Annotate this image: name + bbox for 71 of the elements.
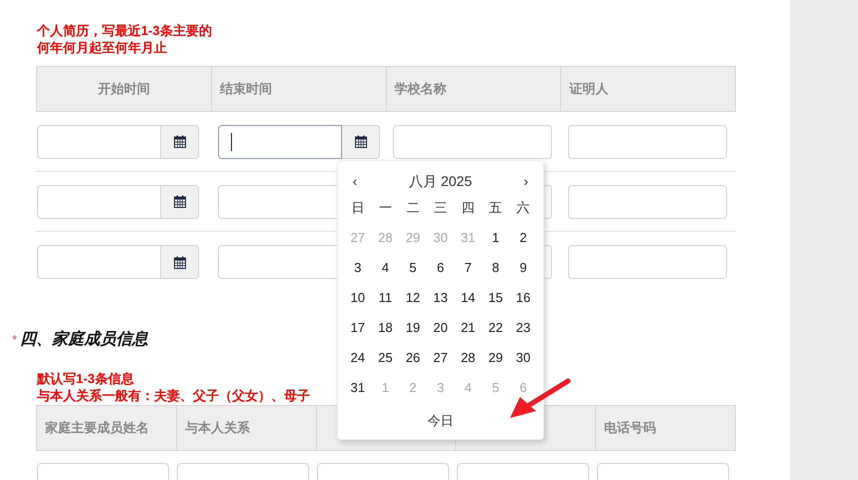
calendar-day[interactable]: 12 [399,288,427,308]
calendar-day[interactable]: 1 [482,228,510,248]
calendar-day[interactable]: 10 [344,288,372,308]
text-field[interactable] [568,245,727,279]
column-header: 电话号码 [595,406,735,450]
calendar-day[interactable]: 2 [509,228,537,248]
calendar-day[interactable]: 27 [426,348,454,368]
column-header: 结束时间 [210,67,386,111]
calendar-day[interactable]: 4 [372,258,400,278]
calendar-day[interactable]: 16 [509,288,537,308]
weekday-label: 五 [488,199,504,218]
column-header: 证明人 [560,67,735,111]
hint-text: 默认写1-3条信息 [37,370,134,387]
calendar-day[interactable]: 20 [426,318,454,338]
calendar-icon [174,256,186,268]
calendar-button[interactable] [161,245,199,279]
calendar-day[interactable]: 18 [372,318,400,338]
calendar-day[interactable]: 19 [399,318,427,338]
column-header: 家庭主要成员姓名 [44,419,150,438]
calendar-button[interactable] [161,124,199,158]
calendar-day[interactable]: 21 [454,318,482,338]
text-field[interactable] [393,124,552,158]
text-field[interactable] [568,124,727,158]
date-field[interactable] [37,245,161,279]
month-title[interactable]: 八月 2025 [408,170,472,192]
calendar-icon [354,135,366,148]
calendar-day[interactable]: 17 [344,318,372,338]
weekday-label: 二 [405,199,420,218]
date-field[interactable] [218,124,342,158]
calendar-day[interactable]: 13 [426,288,454,308]
date-field[interactable] [37,184,161,218]
calendar-day[interactable]: 15 [482,288,510,308]
hint-text: 何年何月起至何年月止 [37,39,167,56]
section-title: 四、家庭成员信息 [20,329,148,350]
previous-month-button[interactable]: ‹ [344,170,366,192]
calendar-day[interactable]: 14 [454,288,482,308]
calendar-day[interactable]: 3 [344,258,372,278]
calendar-icon [174,195,186,208]
weekday-label: 四 [460,199,476,218]
calendar-day[interactable]: 31 [344,378,372,398]
hint-text: 个人简历，写最近1-3条主要的 [37,22,212,39]
calendar-day[interactable]: 29 [482,348,510,368]
weekday-label: 三 [432,199,448,218]
calendar-day[interactable]: 5 [399,258,427,278]
calendar-day[interactable]: 23 [509,318,537,338]
calendar-day[interactable]: 26 [399,348,427,368]
today-button[interactable]: 今日 [420,407,462,434]
text-field[interactable] [568,184,727,218]
column-header: 开始时间 [96,80,151,98]
column-header: 与本人关系 [176,406,316,450]
required-mark: * [12,331,18,349]
calendar-day[interactable]: 24 [344,348,372,368]
calendar-day[interactable]: 28 [454,348,482,368]
calendar-day[interactable]: 11 [372,288,400,308]
calendar-day[interactable]: 25 [372,348,400,368]
calendar-day[interactable]: 7 [454,258,482,278]
calendar-day[interactable]: 6 [426,258,454,278]
calendar-day[interactable]: 30 [509,348,537,368]
calendar-icon [174,135,186,148]
calendar-day[interactable]: 8 [482,258,510,278]
calendar-button[interactable] [161,184,199,218]
weekday-label: 六 [516,199,531,218]
next-month-button[interactable]: › [514,170,537,192]
weekday-label: 一 [378,199,393,218]
hint-text: 与本人关系一般有：夫妻、父子（父女）、母子 [37,387,310,404]
calendar-day[interactable]: 22 [482,318,510,338]
date-field[interactable] [37,124,161,158]
calendar-button[interactable] [342,124,380,158]
weekday-label: 日 [350,199,366,218]
column-header: 学校名称 [386,67,560,111]
calendar-day[interactable]: 9 [509,258,537,278]
